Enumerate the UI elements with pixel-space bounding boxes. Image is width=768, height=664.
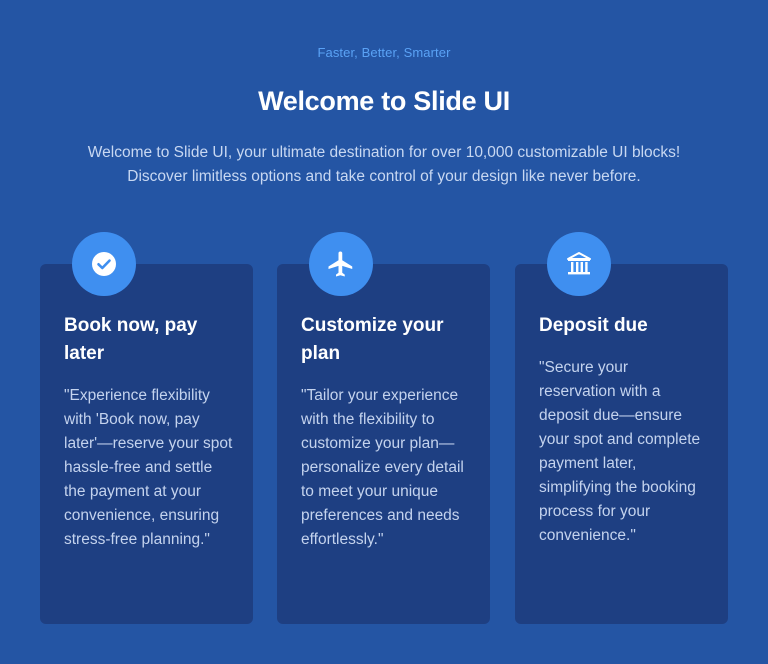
check-circle-icon xyxy=(72,232,136,296)
feature-card-deposit: Deposit due "Secure your reservation wit… xyxy=(515,232,728,624)
feature-title: Deposit due xyxy=(539,315,648,336)
feature-card-customize: Customize your plan "Tailor your experie… xyxy=(277,232,490,624)
feature-title: Customize your plan xyxy=(301,315,444,364)
bank-icon xyxy=(547,232,611,296)
page-title: Welcome to Slide UI xyxy=(258,86,510,116)
feature-card-book-now: Book now, pay later "Experience flexibil… xyxy=(40,232,253,624)
feature-title: Book now, pay later xyxy=(64,315,198,364)
feature-description: "Secure your reservation with a deposit … xyxy=(539,359,701,544)
feature-description: "Experience flexibility with 'Book now, … xyxy=(64,387,233,548)
airplane-icon xyxy=(309,232,373,296)
feature-description: "Tailor your experience with the flexibi… xyxy=(301,387,464,548)
intro-text: Welcome to Slide UI, your ultimate desti… xyxy=(87,144,681,185)
eyebrow-text: Faster, Better, Smarter xyxy=(317,45,451,60)
